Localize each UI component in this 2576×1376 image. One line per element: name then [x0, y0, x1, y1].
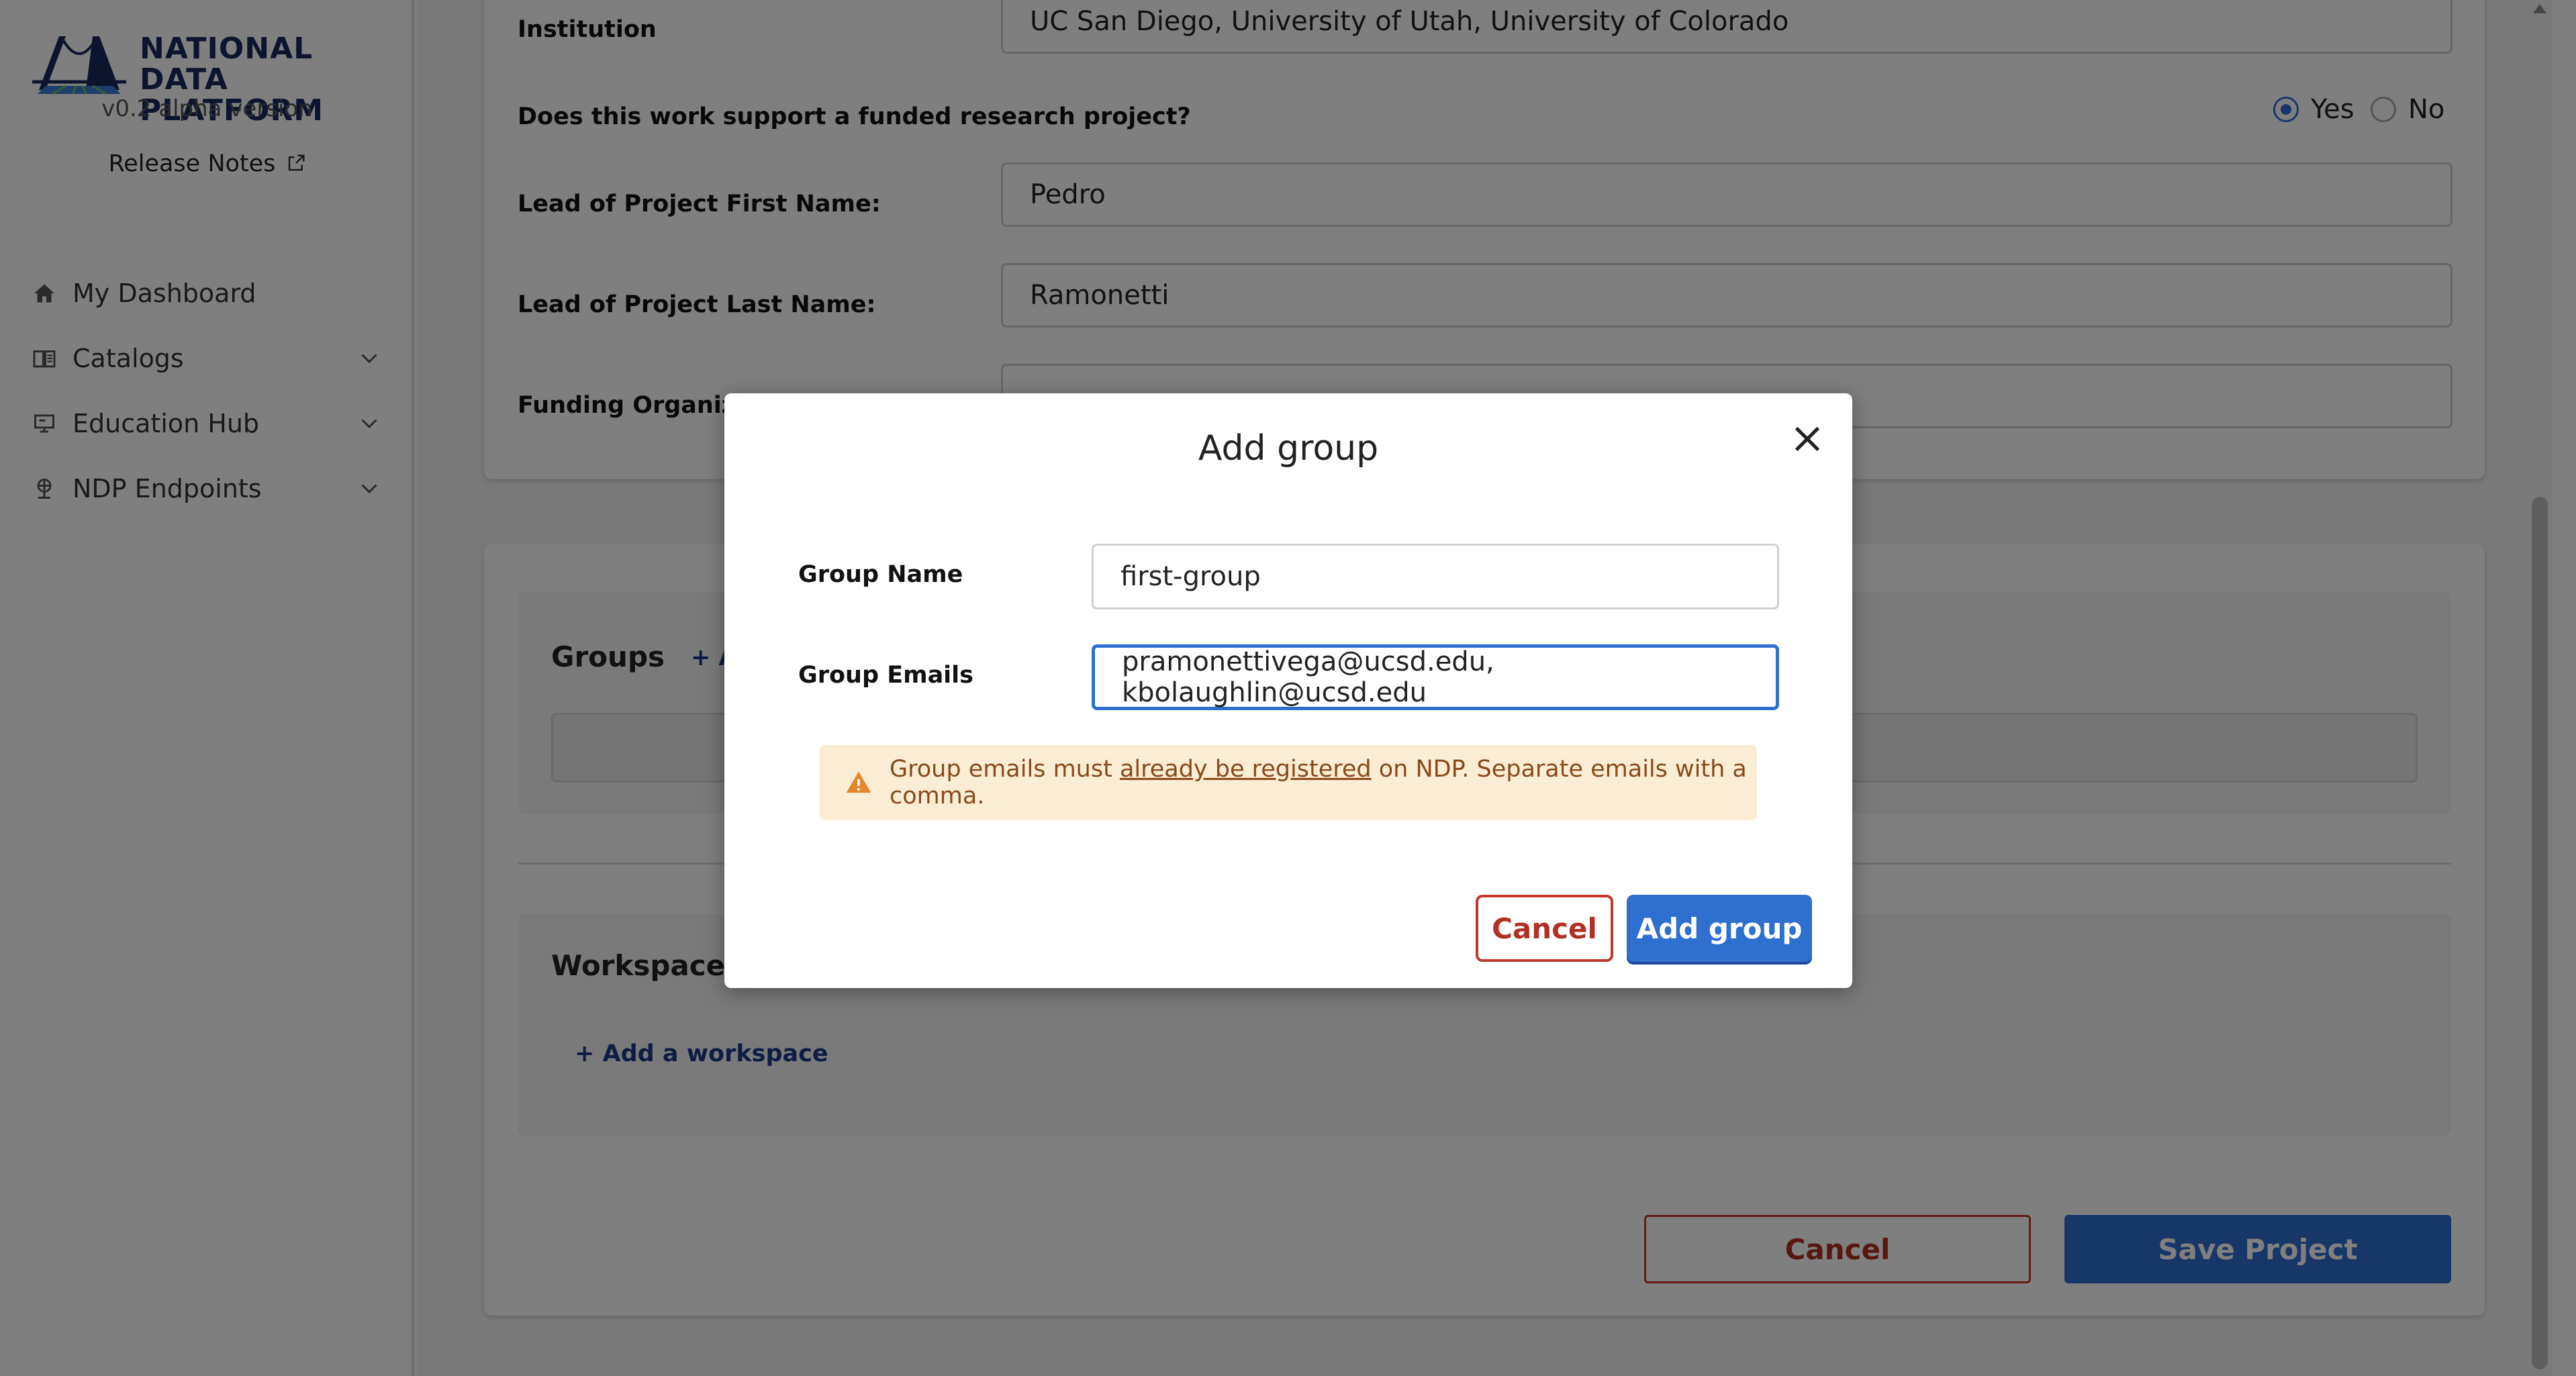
add-group-dialog: Add group Group Name first-group Group E… [724, 393, 1852, 988]
warning-text-pre: Group emails must [890, 756, 1120, 783]
group-name-label: Group Name [798, 561, 963, 588]
registration-warning: Group emails must already be registered … [820, 745, 1757, 820]
dialog-cancel-button[interactable]: Cancel [1476, 895, 1613, 962]
already-registered-link[interactable]: already be registered [1120, 756, 1372, 783]
group-emails-label: Group Emails [798, 662, 974, 689]
group-name-input[interactable]: first-group [1092, 544, 1779, 609]
warning-icon [846, 771, 871, 793]
close-icon[interactable] [1788, 420, 1826, 458]
dialog-title: Add group [1198, 428, 1379, 469]
warning-text: Group emails must already be registered … [890, 756, 1757, 809]
add-group-button[interactable]: Add group [1627, 895, 1812, 962]
group-emails-input[interactable]: pramonettivega@ucsd.edu, kbolaughlin@ucs… [1092, 644, 1779, 710]
